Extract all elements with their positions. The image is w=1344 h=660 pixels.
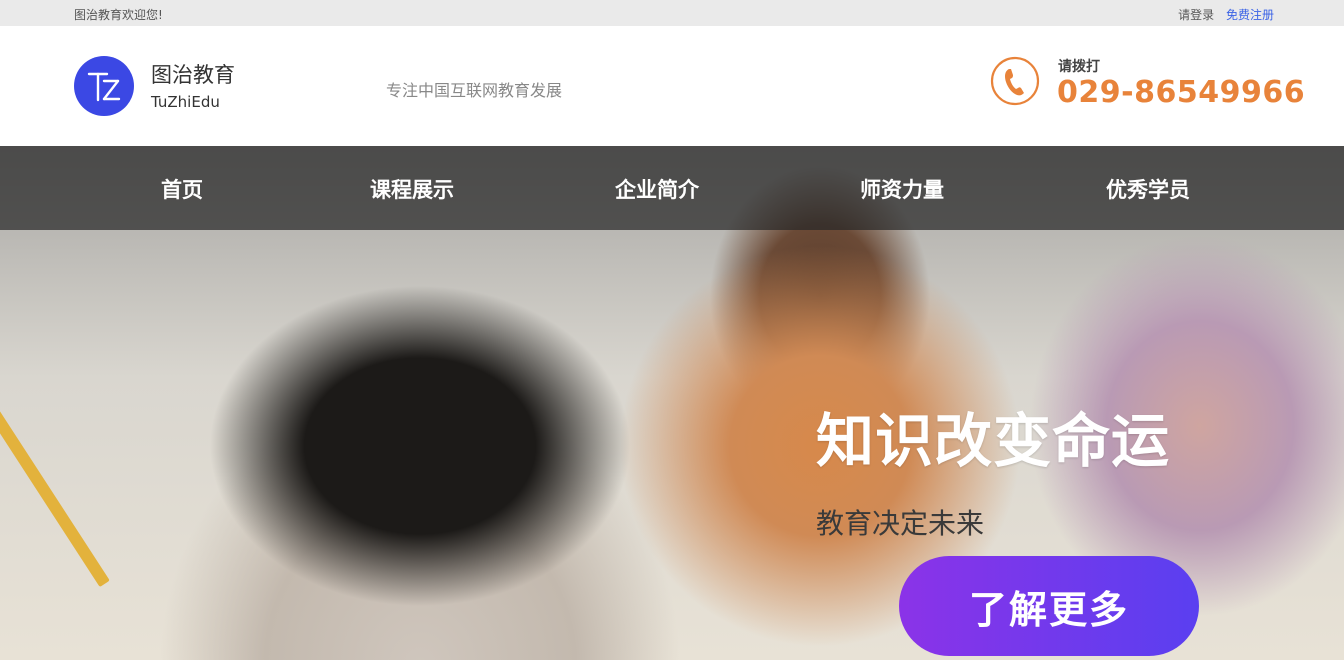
hero-title: 知识改变命运 <box>816 407 1171 475</box>
phone-label: 请拨打 <box>1058 59 1100 75</box>
phone-number: 029-86549966 <box>1057 75 1306 110</box>
learn-more-button[interactable]: 了解更多 <box>899 556 1199 656</box>
slogan: 专注中国互联网教育发展 <box>386 81 563 100</box>
register-link[interactable]: 免费注册 <box>1226 8 1274 22</box>
nav-item-courses[interactable]: 课程展示 <box>370 174 454 204</box>
main-nav: 首页 课程展示 企业简介 师资力量 优秀学员 <box>0 146 1344 230</box>
nav-item-about[interactable]: 企业简介 <box>615 174 699 204</box>
nav-item-home[interactable]: 首页 <box>161 174 203 204</box>
nav-item-teachers[interactable]: 师资力量 <box>860 174 944 204</box>
account-links: 请登录 免费注册 <box>1178 6 1274 23</box>
hero-subtitle: 教育决定未来 <box>816 507 985 540</box>
logo-english-name: TuZhiEdu <box>151 93 220 111</box>
welcome-text: 图治教育欢迎您! <box>74 8 163 22</box>
phone-icon <box>990 56 1040 106</box>
nav-item-students[interactable]: 优秀学员 <box>1106 174 1190 204</box>
hero-banner: 首页 课程展示 企业简介 师资力量 优秀学员 知识改变命运 教育决定未来 了解更… <box>0 146 1344 660</box>
tz-logo-icon[interactable] <box>74 56 134 116</box>
login-link[interactable]: 请登录 <box>1178 8 1214 22</box>
logo-name: 图治教育 <box>151 63 235 87</box>
pencil-illustration <box>0 396 110 588</box>
top-bar: 图治教育欢迎您! 请登录 免费注册 <box>0 0 1344 26</box>
site-header: 图治教育 TuZhiEdu 专注中国互联网教育发展 请拨打 029-865499… <box>0 26 1344 146</box>
